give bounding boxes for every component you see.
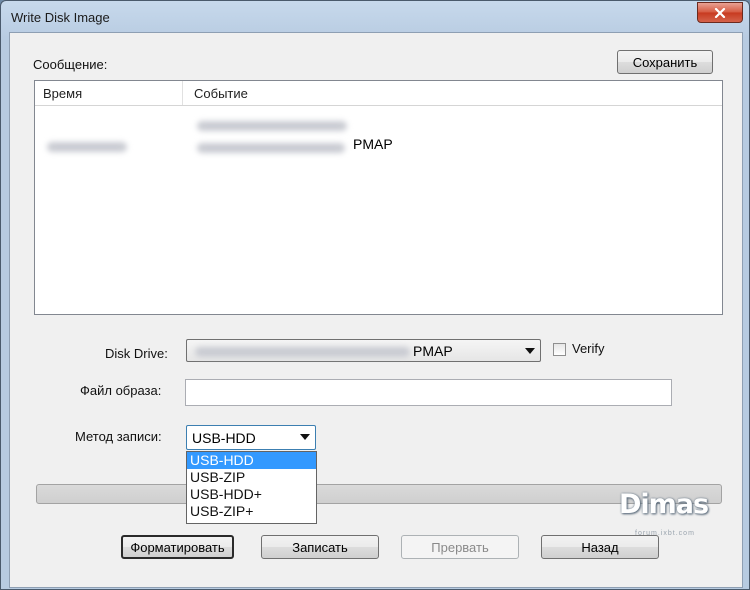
disk-drive-value: PMAP — [413, 343, 453, 359]
chevron-down-icon — [525, 348, 535, 354]
write-method-select[interactable]: USB-HDD — [186, 425, 316, 450]
write-disk-image-window: Write Disk Image Сообщение: Сохранить Вр… — [0, 0, 750, 590]
back-button[interactable]: Назад — [541, 535, 659, 559]
window-title: Write Disk Image — [11, 10, 110, 25]
close-icon — [714, 7, 726, 18]
dropdown-option-usb-hdd[interactable]: USB-HDD — [187, 452, 316, 469]
verify-checkbox[interactable] — [553, 343, 566, 356]
image-file-label: Файл образа: — [80, 383, 162, 398]
blurred-drive-name — [195, 347, 410, 357]
format-button[interactable]: Форматировать — [121, 535, 234, 559]
watermark-subtitle: forum.ixbt.com — [635, 530, 695, 537]
write-button[interactable]: Записать — [261, 535, 379, 559]
write-method-dropdown[interactable]: USB-HDD USB-ZIP USB-HDD+ USB-ZIP+ — [186, 451, 317, 524]
verify-label[interactable]: Verify — [572, 341, 605, 356]
column-header-event[interactable]: Событие — [194, 86, 248, 101]
table-row[interactable]: PMAP — [35, 107, 722, 161]
watermark-logo: Dimas — [619, 489, 709, 520]
column-separator — [182, 81, 183, 105]
column-header-time[interactable]: Время — [43, 86, 82, 101]
blurred-time-cell — [47, 142, 127, 152]
write-method-label: Метод записи: — [75, 429, 162, 444]
disk-drive-select[interactable]: PMAP — [186, 339, 541, 362]
disk-drive-label: Disk Drive: — [105, 346, 168, 361]
abort-button: Прервать — [401, 535, 519, 559]
write-method-value: USB-HDD — [192, 430, 256, 446]
dropdown-option-usb-hdd-plus[interactable]: USB-HDD+ — [187, 486, 316, 503]
messages-list[interactable]: Время Событие PMAP — [34, 80, 723, 315]
dropdown-option-usb-zip-plus[interactable]: USB-ZIP+ — [187, 503, 316, 520]
title-bar[interactable]: Write Disk Image — [1, 1, 749, 33]
close-button[interactable] — [697, 2, 743, 23]
image-file-input[interactable] — [185, 379, 672, 406]
blurred-event-line — [197, 143, 345, 153]
save-button[interactable]: Сохранить — [617, 50, 713, 74]
event-cell: PMAP — [353, 136, 393, 152]
messages-label: Сообщение: — [33, 57, 108, 72]
chevron-down-icon — [300, 434, 310, 440]
dropdown-option-usb-zip[interactable]: USB-ZIP — [187, 469, 316, 486]
messages-list-header: Время Событие — [35, 81, 722, 106]
blurred-event-line — [197, 121, 347, 131]
